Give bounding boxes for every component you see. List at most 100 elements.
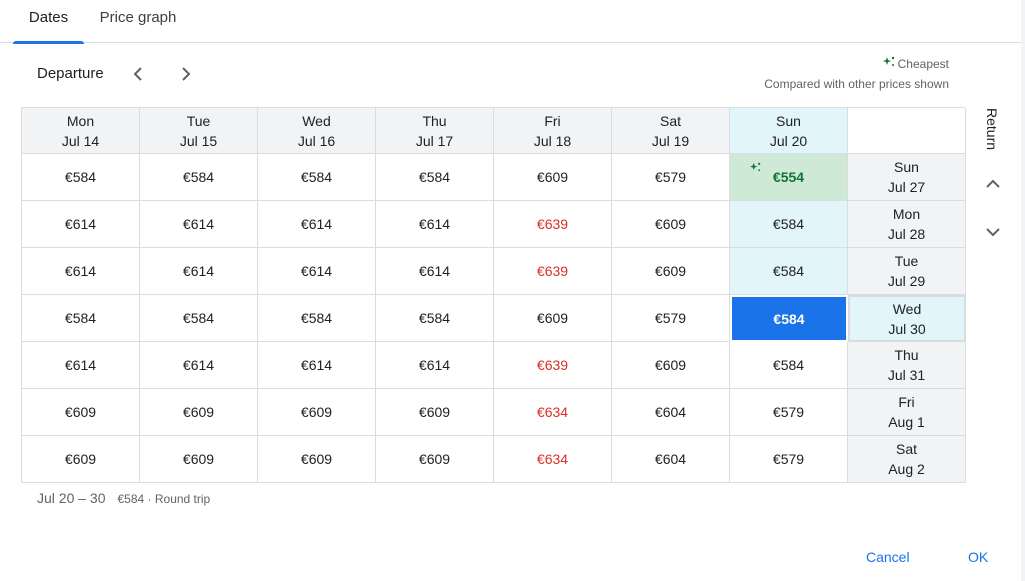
weekday-label: Sat (659, 112, 681, 129)
price-cell[interactable]: €609 (140, 389, 258, 436)
price-cell[interactable]: €584 (376, 154, 494, 201)
price-cell[interactable]: €639 (494, 201, 612, 248)
date-label: Jul 29 (887, 273, 926, 289)
price-cell[interactable]: €609 (140, 436, 258, 483)
return-day-header[interactable]: Mon Jul 28 (848, 201, 966, 248)
price-cell[interactable]: €584 (730, 248, 848, 295)
ok-button[interactable]: OK (968, 545, 988, 569)
weekday-label: Fri (544, 112, 561, 129)
price-cell[interactable]: €609 (258, 389, 376, 436)
price-cell[interactable]: €614 (258, 342, 376, 389)
price-cell[interactable]: €609 (258, 436, 376, 483)
tab-price-graph[interactable]: Price graph (90, 0, 186, 43)
price-value: €614 (418, 216, 451, 232)
price-cell[interactable]: €584 (22, 154, 140, 201)
price-cell[interactable]: €584 (140, 295, 258, 342)
price-cell[interactable]: €584 (730, 342, 848, 389)
price-cell[interactable]: €584 (376, 295, 494, 342)
price-value: €639 (536, 263, 569, 279)
price-value: €634 (536, 404, 569, 420)
price-value: €609 (182, 404, 215, 420)
date-label: Jul 17 (415, 132, 454, 149)
price-cell[interactable]: €614 (22, 248, 140, 295)
date-label: Jul 28 (887, 226, 926, 242)
price-value: €604 (654, 404, 687, 420)
price-cell[interactable]: €609 (376, 436, 494, 483)
price-cell[interactable]: €609 (22, 389, 140, 436)
price-cell[interactable]: €609 (376, 389, 494, 436)
price-value: €579 (772, 451, 805, 467)
price-value: €579 (654, 310, 687, 326)
price-cell[interactable]: €614 (140, 248, 258, 295)
price-cell[interactable]: €584 (258, 295, 376, 342)
summary-dates: Jul 20 – 30 (37, 490, 106, 506)
return-day-header[interactable]: Sat Aug 2 (848, 436, 966, 483)
date-label: Jul 14 (61, 132, 100, 149)
cancel-button[interactable]: Cancel (866, 545, 910, 569)
return-label: Return (984, 108, 1000, 151)
price-cell[interactable]: €614 (22, 201, 140, 248)
tab-dates[interactable]: Dates (13, 0, 84, 44)
price-cell[interactable]: €604 (612, 436, 730, 483)
price-cell[interactable]: €639 (494, 248, 612, 295)
departure-day-header: Sun Jul 20 (730, 108, 848, 154)
price-cell[interactable]: €609 (612, 342, 730, 389)
weekday-label: Fri (898, 394, 915, 410)
price-cell[interactable]: €604 (612, 389, 730, 436)
scrollbar-track (1021, 0, 1025, 581)
price-cell[interactable]: €614 (376, 201, 494, 248)
date-label: Jul 18 (533, 132, 572, 149)
price-cell[interactable]: €609 (494, 295, 612, 342)
date-label: Jul 19 (651, 132, 690, 149)
return-day-header[interactable]: Sun Jul 27 (848, 154, 966, 201)
price-cell[interactable]: €614 (22, 342, 140, 389)
departure-day-header: Fri Jul 18 (494, 108, 612, 154)
price-value: €584 (182, 169, 215, 185)
price-value: €639 (536, 216, 569, 232)
price-value: €609 (300, 451, 333, 467)
weekday-label: Wed (892, 300, 922, 317)
price-cell[interactable]: €579 (730, 389, 848, 436)
price-cell[interactable]: €584 (140, 154, 258, 201)
price-cell[interactable]: €614 (140, 342, 258, 389)
price-cell[interactable]: €579 (612, 295, 730, 342)
chevron-up-icon[interactable] (981, 172, 1005, 196)
price-value: €584 (418, 310, 451, 326)
price-cell[interactable]: €584 (22, 295, 140, 342)
date-label: Jul 16 (297, 132, 336, 149)
price-cell[interactable]: €554 (730, 154, 848, 201)
price-cell[interactable]: €614 (140, 201, 258, 248)
return-day-header[interactable]: Wed Jul 30 (848, 295, 966, 342)
price-cell[interactable]: €584 (730, 295, 848, 342)
chevron-left-icon[interactable] (126, 62, 150, 86)
chevron-down-icon[interactable] (981, 220, 1005, 244)
date-label: Jul 27 (887, 179, 926, 195)
price-cell[interactable]: €614 (258, 248, 376, 295)
price-cell[interactable]: €609 (494, 154, 612, 201)
price-value: €614 (418, 263, 451, 279)
price-value: €614 (182, 263, 215, 279)
price-value: €609 (64, 404, 97, 420)
price-cell[interactable]: €639 (494, 342, 612, 389)
price-cell[interactable]: €634 (494, 389, 612, 436)
price-cell[interactable]: €584 (730, 201, 848, 248)
price-cell[interactable]: €609 (22, 436, 140, 483)
chevron-right-icon[interactable] (174, 62, 198, 86)
price-cell[interactable]: €634 (494, 436, 612, 483)
price-cell[interactable]: €579 (612, 154, 730, 201)
date-label: Jul 15 (179, 132, 218, 149)
price-value: €579 (654, 169, 687, 185)
price-cell[interactable]: €614 (258, 201, 376, 248)
price-value: €614 (64, 216, 97, 232)
price-cell[interactable]: €609 (612, 201, 730, 248)
price-cell[interactable]: €614 (376, 342, 494, 389)
weekday-label: Tue (186, 112, 211, 129)
return-day-header[interactable]: Tue Jul 29 (848, 248, 966, 295)
return-day-header[interactable]: Thu Jul 31 (848, 342, 966, 389)
price-cell[interactable]: €579 (730, 436, 848, 483)
price-cell[interactable]: €609 (612, 248, 730, 295)
price-cell[interactable]: €614 (376, 248, 494, 295)
return-day-header[interactable]: Fri Aug 1 (848, 389, 966, 436)
departure-day-header: Sat Jul 19 (612, 108, 730, 154)
price-cell[interactable]: €584 (258, 154, 376, 201)
